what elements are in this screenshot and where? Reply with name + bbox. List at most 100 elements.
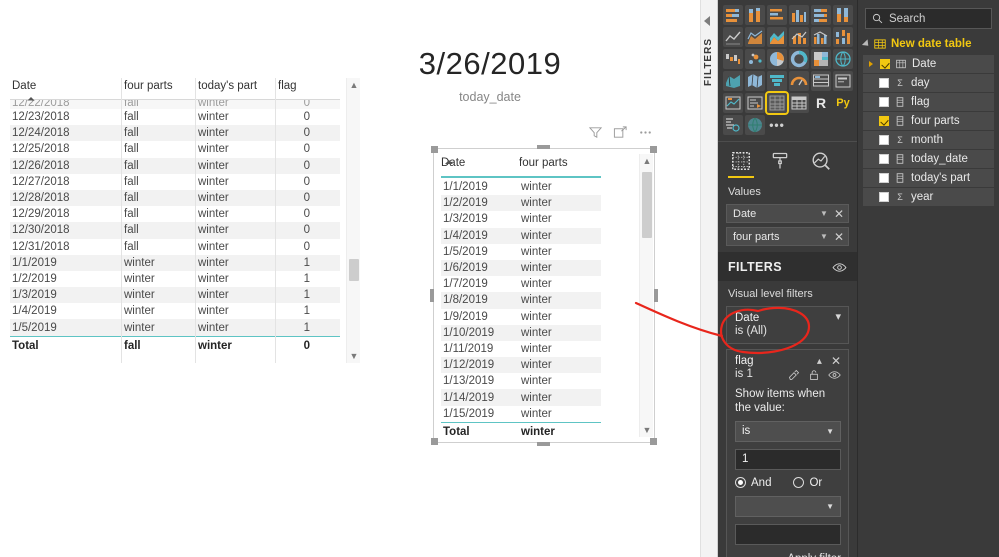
filter-conjunction-radios[interactable]: And Or — [735, 477, 841, 489]
field-checkbox[interactable] — [880, 59, 890, 69]
table-row[interactable]: 1/12/2019 winter — [441, 357, 601, 374]
resize-handle-top-left[interactable] — [431, 146, 438, 153]
arcgis-map-icon[interactable] — [745, 115, 765, 135]
fields-pane[interactable]: Search New date table Date Σday flag four p… — [858, 0, 999, 557]
table-row[interactable]: 12/29/2018 fall winter 0 — [10, 206, 340, 222]
ribbon-chart-icon[interactable] — [833, 27, 853, 47]
chevron-up-icon[interactable]: ▴ — [817, 356, 822, 367]
table-row[interactable]: 12/27/2018 fall winter 0 — [10, 174, 340, 190]
scroll-up-icon[interactable]: ▲ — [640, 154, 654, 168]
chevron-down-icon[interactable]: ▼ — [820, 232, 828, 241]
resize-handle-middle-left[interactable] — [430, 289, 434, 302]
field-checkbox[interactable] — [879, 192, 889, 202]
right-table-visual[interactable]: Date four parts 1/1/2019 winter 1/2/2019 wi… — [430, 126, 658, 446]
card-icon[interactable] — [833, 71, 853, 91]
filters-pane-collapsed-strip[interactable]: FILTERS — [700, 0, 718, 557]
filled-map-icon[interactable] — [723, 71, 743, 91]
apply-filter-button[interactable]: Apply filter — [735, 552, 841, 557]
table-row[interactable]: 1/15/2019 winter — [441, 406, 601, 422]
tab-analytics[interactable] — [810, 150, 832, 174]
field-item-month[interactable]: Σmonth — [863, 131, 994, 149]
close-icon[interactable]: ✕ — [831, 355, 841, 367]
table-row[interactable]: 1/4/2019 winter — [441, 227, 601, 244]
table-row[interactable]: 12/28/2018 fall winter 0 — [10, 189, 340, 207]
100-stacked-bar-chart-icon[interactable] — [811, 5, 831, 25]
matrix-icon[interactable] — [789, 93, 809, 113]
multi-row-card-icon[interactable] — [811, 71, 831, 91]
field-item-four-parts[interactable]: four parts — [863, 112, 994, 130]
eye-icon[interactable] — [832, 262, 847, 273]
well-chip[interactable]: Date ▼ ✕ — [726, 204, 849, 223]
column-header-date[interactable]: Date — [441, 155, 519, 169]
visualizations-pane[interactable]: R Py ••• Values Date ▼ ✕ four parts ▼ ✕ FILTERS — [718, 0, 858, 557]
funnel-chart-icon[interactable] — [767, 71, 787, 91]
field-checkbox[interactable] — [879, 97, 889, 107]
table-row[interactable]: 1/1/2019 winter — [441, 179, 601, 195]
table-row[interactable]: 12/23/2018 fall winter 0 — [10, 109, 340, 125]
field-item-flag[interactable]: flag — [863, 93, 994, 111]
visualization-type-gallery[interactable]: R Py ••• — [718, 0, 857, 139]
filter-card-date[interactable]: Date is (All) ▾ — [726, 306, 849, 344]
field-checkbox[interactable] — [879, 173, 889, 183]
filter-operator2-select[interactable]: ▼ — [735, 495, 841, 517]
table-row[interactable]: 1/4/2019 winter winter 1 — [10, 303, 340, 319]
resize-handle-top-center[interactable] — [537, 145, 550, 149]
scroll-down-icon[interactable]: ▼ — [640, 423, 654, 437]
report-canvas[interactable]: Date four parts today's part flag 12/22/… — [0, 0, 700, 557]
field-item-day[interactable]: Σday — [863, 74, 994, 92]
100-stacked-column-chart-icon[interactable] — [833, 5, 853, 25]
field-checkbox[interactable] — [879, 116, 889, 126]
card-visual-today-date[interactable]: 3/26/2019 today_date — [380, 46, 600, 104]
remove-field-icon[interactable]: ✕ — [834, 208, 844, 220]
fields-list[interactable]: Date Σday flag four parts Σmonth today_date to… — [858, 55, 999, 206]
column-header-date[interactable]: Date — [10, 78, 122, 101]
python-visual-icon[interactable]: Py — [833, 93, 853, 113]
expand-pane-icon[interactable] — [704, 16, 710, 26]
chevron-down-icon[interactable]: ▾ — [835, 312, 841, 323]
table-row[interactable]: 1/5/2019 winter — [441, 244, 601, 260]
table-row[interactable]: 1/5/2019 winter winter 1 — [10, 319, 340, 336]
scroll-thumb[interactable] — [349, 259, 359, 281]
right-table-scrollbar[interactable]: ▲ ▼ — [639, 154, 653, 437]
clustered-column-chart-icon[interactable] — [789, 5, 809, 25]
table-row[interactable]: 1/2/2019 winter — [441, 195, 601, 212]
table-row[interactable]: 1/8/2019 winter — [441, 292, 601, 309]
table-row[interactable]: 1/11/2019 winter — [441, 341, 601, 357]
more-options-icon[interactable] — [638, 125, 653, 140]
column-header-todays-part[interactable]: today's part — [196, 78, 276, 99]
table-row[interactable]: 1/9/2019 winter — [441, 309, 601, 325]
table-row[interactable]: 1/6/2019 winter — [441, 259, 601, 277]
resize-handle-middle-right[interactable] — [654, 289, 658, 302]
table-row[interactable]: 12/26/2018 fall winter 0 — [10, 157, 340, 174]
scroll-up-icon[interactable]: ▲ — [347, 78, 361, 92]
treemap-icon[interactable] — [811, 49, 831, 69]
chevron-right-icon[interactable] — [869, 61, 873, 67]
column-header-four-parts[interactable]: four parts — [519, 155, 601, 169]
pie-chart-icon[interactable] — [767, 49, 787, 69]
area-chart-icon[interactable] — [745, 27, 765, 47]
stacked-bar-chart-icon[interactable] — [723, 5, 743, 25]
line-stacked-column-chart-icon[interactable] — [789, 27, 809, 47]
tab-fields[interactable] — [728, 150, 754, 178]
chevron-down-icon[interactable]: ▼ — [820, 209, 828, 218]
column-header-flag[interactable]: flag — [276, 78, 322, 99]
hide-filter-icon[interactable] — [828, 370, 841, 380]
r-script-visual-icon[interactable]: R — [811, 93, 831, 113]
filter-icon[interactable] — [588, 125, 603, 140]
gauge-chart-icon[interactable] — [789, 71, 809, 91]
field-checkbox[interactable] — [879, 135, 889, 145]
field-item-today-s-part[interactable]: today's part — [863, 169, 994, 187]
chevron-expanded-icon[interactable] — [861, 39, 872, 49]
table-row[interactable]: 1/10/2019 winter — [441, 324, 601, 341]
radio-or[interactable]: Or — [793, 477, 822, 489]
well-values-list[interactable]: Date ▼ ✕ four parts ▼ ✕ — [726, 204, 849, 246]
focus-mode-icon[interactable] — [613, 125, 628, 140]
key-influencers-icon[interactable] — [723, 115, 743, 135]
field-item-date[interactable]: Date — [863, 55, 994, 73]
well-chip[interactable]: four parts ▼ ✕ — [726, 227, 849, 246]
kpi-icon[interactable] — [723, 93, 743, 113]
field-checkbox[interactable] — [879, 154, 889, 164]
waterfall-chart-icon[interactable] — [723, 49, 743, 69]
left-table-visual[interactable]: Date four parts today's part flag 12/22/… — [10, 78, 360, 363]
filter-operand2-input[interactable] — [735, 523, 841, 545]
